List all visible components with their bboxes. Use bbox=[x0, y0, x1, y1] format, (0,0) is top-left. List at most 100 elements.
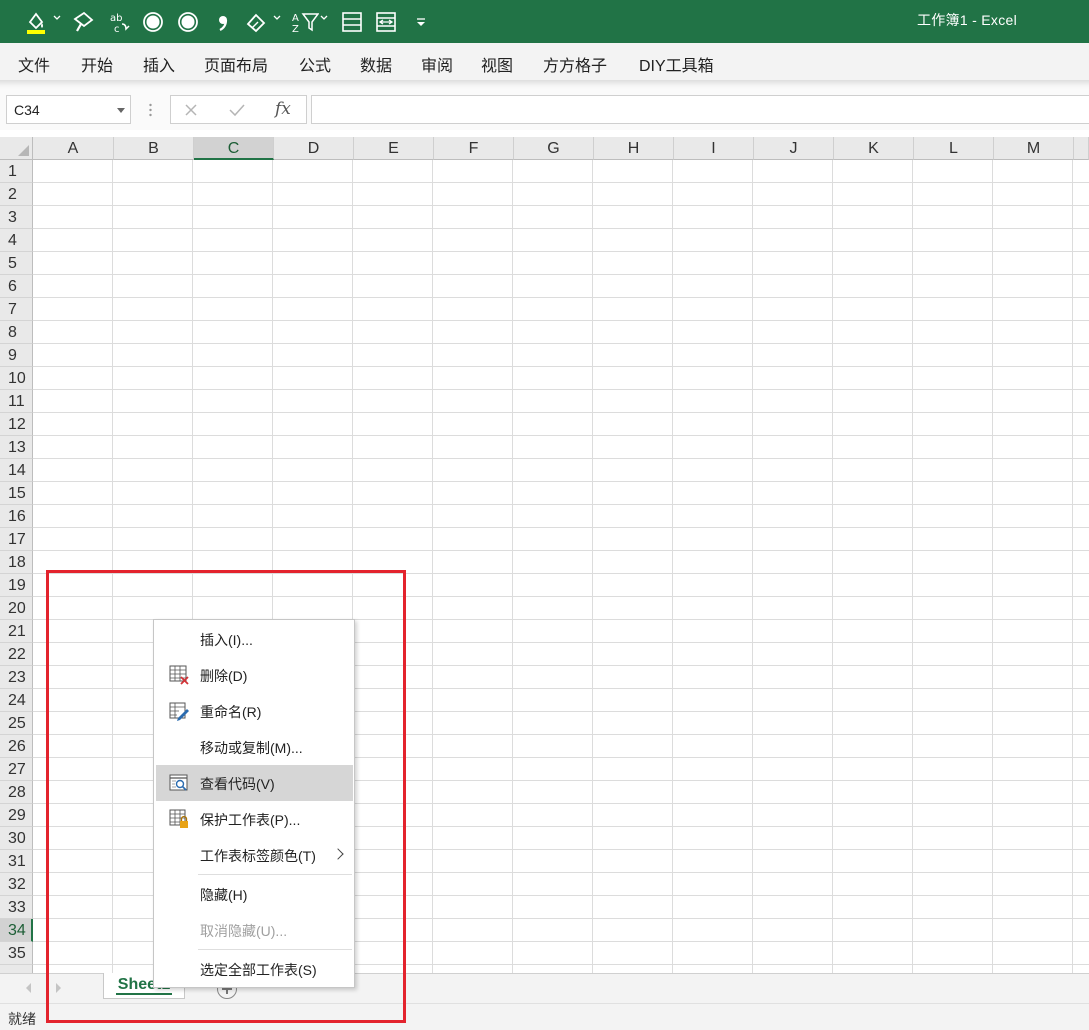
row-header[interactable]: 15 bbox=[0, 482, 33, 505]
menu-item-tab-color[interactable]: 工作表标签颜色(T) bbox=[154, 837, 354, 873]
rows-icon[interactable] bbox=[339, 8, 365, 36]
column-header-c[interactable]: C bbox=[194, 137, 274, 160]
row-header[interactable]: 30 bbox=[0, 827, 33, 850]
column-header-j[interactable]: J bbox=[754, 137, 834, 160]
row-header[interactable]: 11 bbox=[0, 390, 33, 413]
menu-fangfang[interactable]: 方方格子 bbox=[543, 52, 607, 76]
row-header[interactable]: 3 bbox=[0, 206, 33, 229]
menu-item-label: 工作表标签颜色(T) bbox=[200, 848, 316, 864]
row-header[interactable]: 32 bbox=[0, 873, 33, 896]
merge-cells-icon[interactable] bbox=[373, 8, 399, 36]
row-header[interactable]: 26 bbox=[0, 735, 33, 758]
row-header[interactable]: 16 bbox=[0, 505, 33, 528]
sort-filter-icon[interactable]: A Z bbox=[290, 8, 320, 36]
customize-quick-access-icon[interactable] bbox=[412, 8, 430, 36]
row-header[interactable]: 10 bbox=[0, 367, 33, 390]
menu-data[interactable]: 数据 bbox=[360, 52, 392, 76]
column-header-h[interactable]: H bbox=[594, 137, 674, 160]
chevron-down-icon[interactable] bbox=[117, 108, 125, 113]
delete-sheet-icon bbox=[169, 665, 189, 685]
row-header[interactable]: 35 bbox=[0, 942, 33, 965]
row-header[interactable]: 27 bbox=[0, 758, 33, 781]
column-header-l[interactable]: L bbox=[914, 137, 994, 160]
menu-insert[interactable]: 插入 bbox=[143, 52, 175, 76]
menu-item-rename[interactable]: 重命名(R) bbox=[154, 693, 354, 729]
chevron-down-icon[interactable] bbox=[273, 14, 281, 22]
column-header-k[interactable]: K bbox=[834, 137, 914, 160]
formula-input[interactable] bbox=[311, 95, 1089, 124]
row-header[interactable]: 24 bbox=[0, 689, 33, 712]
row-header-next[interactable] bbox=[0, 965, 33, 973]
row-header[interactable]: 12 bbox=[0, 413, 33, 436]
column-header-i[interactable]: I bbox=[674, 137, 754, 160]
spell-check-icon[interactable]: ab c bbox=[106, 8, 134, 36]
menu-item-view-code[interactable]: 查看代码(V) bbox=[156, 765, 353, 801]
name-box[interactable]: C34 bbox=[6, 95, 131, 124]
menu-diy-toolbox[interactable]: DIY工具箱 bbox=[639, 52, 714, 76]
row-header-selected[interactable]: 34 bbox=[0, 919, 33, 942]
menu-separator bbox=[198, 874, 352, 875]
menu-item-delete[interactable]: 删除(D) bbox=[154, 657, 354, 693]
row-header[interactable]: 28 bbox=[0, 781, 33, 804]
chevron-down-icon[interactable] bbox=[320, 14, 328, 22]
row-header[interactable]: 9 bbox=[0, 344, 33, 367]
menu-item-move-copy[interactable]: 移动或复制(M)... bbox=[154, 729, 354, 765]
row-header[interactable]: 19 bbox=[0, 574, 33, 597]
menu-item-hide[interactable]: 隐藏(H) bbox=[154, 876, 354, 912]
row-header[interactable]: 29 bbox=[0, 804, 33, 827]
menu-view[interactable]: 视图 bbox=[481, 52, 513, 76]
menu-formulas[interactable]: 公式 bbox=[299, 52, 331, 76]
row-header[interactable]: 23 bbox=[0, 666, 33, 689]
svg-text:Z: Z bbox=[292, 24, 299, 34]
fill-color-icon[interactable] bbox=[22, 8, 50, 36]
menu-item-select-all-sheets[interactable]: 选定全部工作表(S) bbox=[154, 951, 354, 987]
comma-icon[interactable] bbox=[213, 8, 233, 36]
scroll-tabs-left-icon[interactable] bbox=[26, 983, 31, 993]
row-header[interactable]: 7 bbox=[0, 298, 33, 321]
column-header-next[interactable] bbox=[1074, 137, 1089, 160]
row-header[interactable]: 2 bbox=[0, 183, 33, 206]
row-header[interactable]: 25 bbox=[0, 712, 33, 735]
column-header-e[interactable]: E bbox=[354, 137, 434, 160]
drag-handle-icon[interactable] bbox=[149, 103, 152, 117]
column-header-m[interactable]: M bbox=[994, 137, 1074, 160]
row-header[interactable]: 1 bbox=[0, 160, 33, 183]
status-text: 就绪 bbox=[8, 1011, 36, 1027]
menu-page-layout[interactable]: 页面布局 bbox=[204, 52, 268, 76]
row-header[interactable]: 18 bbox=[0, 551, 33, 574]
column-header-g[interactable]: G bbox=[514, 137, 594, 160]
name-box-value: C34 bbox=[14, 102, 40, 118]
menu-item-label: 取消隐藏(U)... bbox=[200, 923, 288, 939]
record-circle-icon[interactable] bbox=[140, 8, 166, 36]
menu-review[interactable]: 审阅 bbox=[421, 52, 453, 76]
menu-item-protect-sheet[interactable]: 保护工作表(P)... bbox=[154, 801, 354, 837]
check-icon[interactable] bbox=[229, 103, 245, 117]
record-circle-icon-2[interactable] bbox=[175, 8, 201, 36]
column-header-a[interactable]: A bbox=[33, 137, 114, 160]
scroll-tabs-right-icon[interactable] bbox=[56, 983, 61, 993]
row-header[interactable]: 33 bbox=[0, 896, 33, 919]
insert-function-button[interactable]: fx bbox=[275, 99, 291, 119]
row-header[interactable]: 4 bbox=[0, 229, 33, 252]
column-header-f[interactable]: F bbox=[434, 137, 514, 160]
close-icon[interactable] bbox=[184, 103, 198, 117]
row-header[interactable]: 5 bbox=[0, 252, 33, 275]
menu-item-insert[interactable]: 插入(I)... bbox=[154, 621, 354, 657]
format-painter-icon[interactable] bbox=[70, 8, 98, 36]
row-header[interactable]: 21 bbox=[0, 620, 33, 643]
row-header[interactable]: 22 bbox=[0, 643, 33, 666]
row-header[interactable]: 14 bbox=[0, 459, 33, 482]
select-all-button[interactable] bbox=[0, 137, 33, 160]
row-header[interactable]: 17 bbox=[0, 528, 33, 551]
menu-home[interactable]: 开始 bbox=[81, 52, 113, 76]
row-header[interactable]: 31 bbox=[0, 850, 33, 873]
row-header[interactable]: 13 bbox=[0, 436, 33, 459]
menu-file[interactable]: 文件 bbox=[18, 52, 50, 76]
row-header[interactable]: 20 bbox=[0, 597, 33, 620]
row-header[interactable]: 8 bbox=[0, 321, 33, 344]
column-header-d[interactable]: D bbox=[274, 137, 354, 160]
row-header[interactable]: 6 bbox=[0, 275, 33, 298]
column-header-b[interactable]: B bbox=[114, 137, 194, 160]
chevron-down-icon[interactable] bbox=[53, 14, 61, 22]
eraser-icon[interactable] bbox=[242, 8, 270, 36]
